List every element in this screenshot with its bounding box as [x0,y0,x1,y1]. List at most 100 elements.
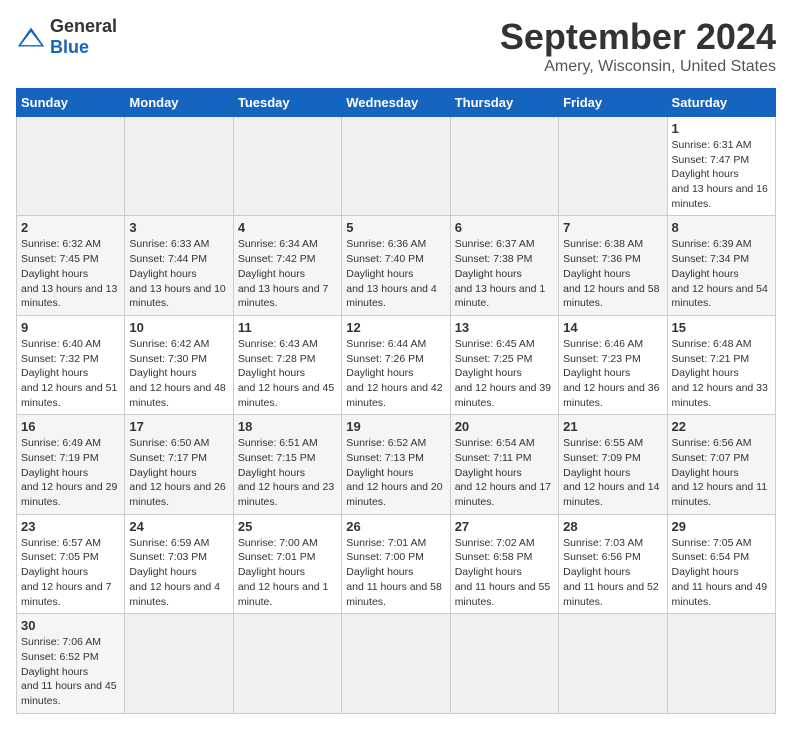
day-cell-3: 3 Sunrise: 6:33 AM Sunset: 7:44 PM Dayli… [125,216,233,315]
header-friday: Friday [559,89,667,117]
day-info: Sunrise: 6:54 AM Sunset: 7:11 PM Dayligh… [455,436,554,509]
day-cell-22: 22 Sunrise: 6:56 AM Sunset: 7:07 PM Dayl… [667,415,775,514]
day-cell-12: 12 Sunrise: 6:44 AM Sunset: 7:26 PM Dayl… [342,315,450,414]
day-number: 16 [21,419,120,434]
day-number: 25 [238,519,337,534]
day-number: 24 [129,519,228,534]
location-title: Amery, Wisconsin, United States [500,58,776,76]
day-number: 20 [455,419,554,434]
day-number: 19 [346,419,445,434]
header-thursday: Thursday [450,89,558,117]
day-number: 14 [563,320,662,335]
day-cell-24: 24 Sunrise: 6:59 AM Sunset: 7:03 PM Dayl… [125,514,233,613]
day-info: Sunrise: 6:43 AM Sunset: 7:28 PM Dayligh… [238,337,337,410]
calendar-table: Sunday Monday Tuesday Wednesday Thursday… [16,88,776,714]
day-number: 23 [21,519,120,534]
day-info: Sunrise: 6:39 AM Sunset: 7:34 PM Dayligh… [672,237,771,310]
day-info: Sunrise: 6:42 AM Sunset: 7:30 PM Dayligh… [129,337,228,410]
day-info: Sunrise: 6:52 AM Sunset: 7:13 PM Dayligh… [346,436,445,509]
day-number: 6 [455,220,554,235]
day-cell-19: 19 Sunrise: 6:52 AM Sunset: 7:13 PM Dayl… [342,415,450,514]
day-cell-16: 16 Sunrise: 6:49 AM Sunset: 7:19 PM Dayl… [17,415,125,514]
day-number: 1 [672,121,771,136]
day-number: 2 [21,220,120,235]
day-number: 17 [129,419,228,434]
day-cell-29: 29 Sunrise: 7:05 AM Sunset: 6:54 PM Dayl… [667,514,775,613]
day-number: 3 [129,220,228,235]
day-number: 10 [129,320,228,335]
calendar-week-5: 23 Sunrise: 6:57 AM Sunset: 7:05 PM Dayl… [17,514,776,613]
day-cell-18: 18 Sunrise: 6:51 AM Sunset: 7:15 PM Dayl… [233,415,341,514]
day-info: Sunrise: 6:32 AM Sunset: 7:45 PM Dayligh… [21,237,120,310]
day-number: 11 [238,320,337,335]
day-cell-6: 6 Sunrise: 6:37 AM Sunset: 7:38 PM Dayli… [450,216,558,315]
day-info: Sunrise: 6:57 AM Sunset: 7:05 PM Dayligh… [21,536,120,609]
day-cell-21: 21 Sunrise: 6:55 AM Sunset: 7:09 PM Dayl… [559,415,667,514]
day-info: Sunrise: 6:56 AM Sunset: 7:07 PM Dayligh… [672,436,771,509]
logo-blue: Blue [50,37,89,57]
day-cell-7: 7 Sunrise: 6:38 AM Sunset: 7:36 PM Dayli… [559,216,667,315]
page-header: General Blue September 2024 Amery, Wisco… [16,16,776,76]
day-info: Sunrise: 7:01 AM Sunset: 7:00 PM Dayligh… [346,536,445,609]
calendar-week-4: 16 Sunrise: 6:49 AM Sunset: 7:19 PM Dayl… [17,415,776,514]
day-info: Sunrise: 6:33 AM Sunset: 7:44 PM Dayligh… [129,237,228,310]
day-cell-8: 8 Sunrise: 6:39 AM Sunset: 7:34 PM Dayli… [667,216,775,315]
day-info: Sunrise: 6:51 AM Sunset: 7:15 PM Dayligh… [238,436,337,509]
day-cell-30: 30 Sunrise: 7:06 AM Sunset: 6:52 PM Dayl… [17,614,125,713]
day-info: Sunrise: 7:02 AM Sunset: 6:58 PM Dayligh… [455,536,554,609]
day-cell-1: 1 Sunrise: 6:31 AM Sunset: 7:47 PM Dayli… [667,117,775,216]
header-sunday: Sunday [17,89,125,117]
title-block: September 2024 Amery, Wisconsin, United … [500,16,776,76]
header-monday: Monday [125,89,233,117]
day-number: 15 [672,320,771,335]
day-info: Sunrise: 6:49 AM Sunset: 7:19 PM Dayligh… [21,436,120,509]
month-title: September 2024 [500,16,776,58]
logo: General Blue [16,16,117,58]
day-cell-28: 28 Sunrise: 7:03 AM Sunset: 6:56 PM Dayl… [559,514,667,613]
calendar-week-2: 2 Sunrise: 6:32 AM Sunset: 7:45 PM Dayli… [17,216,776,315]
day-number: 27 [455,519,554,534]
day-cell-14: 14 Sunrise: 6:46 AM Sunset: 7:23 PM Dayl… [559,315,667,414]
day-info: Sunrise: 6:46 AM Sunset: 7:23 PM Dayligh… [563,337,662,410]
day-number: 18 [238,419,337,434]
calendar-week-1: 1 Sunrise: 6:31 AM Sunset: 7:47 PM Dayli… [17,117,776,216]
day-cell-27: 27 Sunrise: 7:02 AM Sunset: 6:58 PM Dayl… [450,514,558,613]
day-info: Sunrise: 6:40 AM Sunset: 7:32 PM Dayligh… [21,337,120,410]
day-number: 29 [672,519,771,534]
header-tuesday: Tuesday [233,89,341,117]
day-cell-10: 10 Sunrise: 6:42 AM Sunset: 7:30 PM Dayl… [125,315,233,414]
day-number: 13 [455,320,554,335]
calendar-week-3: 9 Sunrise: 6:40 AM Sunset: 7:32 PM Dayli… [17,315,776,414]
day-cell-2: 2 Sunrise: 6:32 AM Sunset: 7:45 PM Dayli… [17,216,125,315]
day-info: Sunrise: 6:59 AM Sunset: 7:03 PM Dayligh… [129,536,228,609]
day-number: 21 [563,419,662,434]
calendar-week-6: 30 Sunrise: 7:06 AM Sunset: 6:52 PM Dayl… [17,614,776,713]
day-cell-17: 17 Sunrise: 6:50 AM Sunset: 7:17 PM Dayl… [125,415,233,514]
day-cell-15: 15 Sunrise: 6:48 AM Sunset: 7:21 PM Dayl… [667,315,775,414]
day-info: Sunrise: 7:03 AM Sunset: 6:56 PM Dayligh… [563,536,662,609]
logo-general: General [50,16,117,36]
day-cell-5: 5 Sunrise: 6:36 AM Sunset: 7:40 PM Dayli… [342,216,450,315]
day-info: Sunrise: 6:31 AM Sunset: 7:47 PM Dayligh… [672,138,771,211]
day-cell-13: 13 Sunrise: 6:45 AM Sunset: 7:25 PM Dayl… [450,315,558,414]
day-info: Sunrise: 6:48 AM Sunset: 7:21 PM Dayligh… [672,337,771,410]
day-info: Sunrise: 6:34 AM Sunset: 7:42 PM Dayligh… [238,237,337,310]
day-number: 9 [21,320,120,335]
day-cell-20: 20 Sunrise: 6:54 AM Sunset: 7:11 PM Dayl… [450,415,558,514]
day-cell-11: 11 Sunrise: 6:43 AM Sunset: 7:28 PM Dayl… [233,315,341,414]
day-number: 5 [346,220,445,235]
calendar-header-row: Sunday Monday Tuesday Wednesday Thursday… [17,89,776,117]
day-info: Sunrise: 6:55 AM Sunset: 7:09 PM Dayligh… [563,436,662,509]
day-number: 26 [346,519,445,534]
day-number: 8 [672,220,771,235]
day-info: Sunrise: 6:44 AM Sunset: 7:26 PM Dayligh… [346,337,445,410]
day-info: Sunrise: 7:05 AM Sunset: 6:54 PM Dayligh… [672,536,771,609]
day-number: 4 [238,220,337,235]
header-saturday: Saturday [667,89,775,117]
day-cell-23: 23 Sunrise: 6:57 AM Sunset: 7:05 PM Dayl… [17,514,125,613]
day-number: 30 [21,618,120,633]
day-cell-4: 4 Sunrise: 6:34 AM Sunset: 7:42 PM Dayli… [233,216,341,315]
day-info: Sunrise: 6:37 AM Sunset: 7:38 PM Dayligh… [455,237,554,310]
logo-icon [16,26,46,48]
day-info: Sunrise: 6:36 AM Sunset: 7:40 PM Dayligh… [346,237,445,310]
